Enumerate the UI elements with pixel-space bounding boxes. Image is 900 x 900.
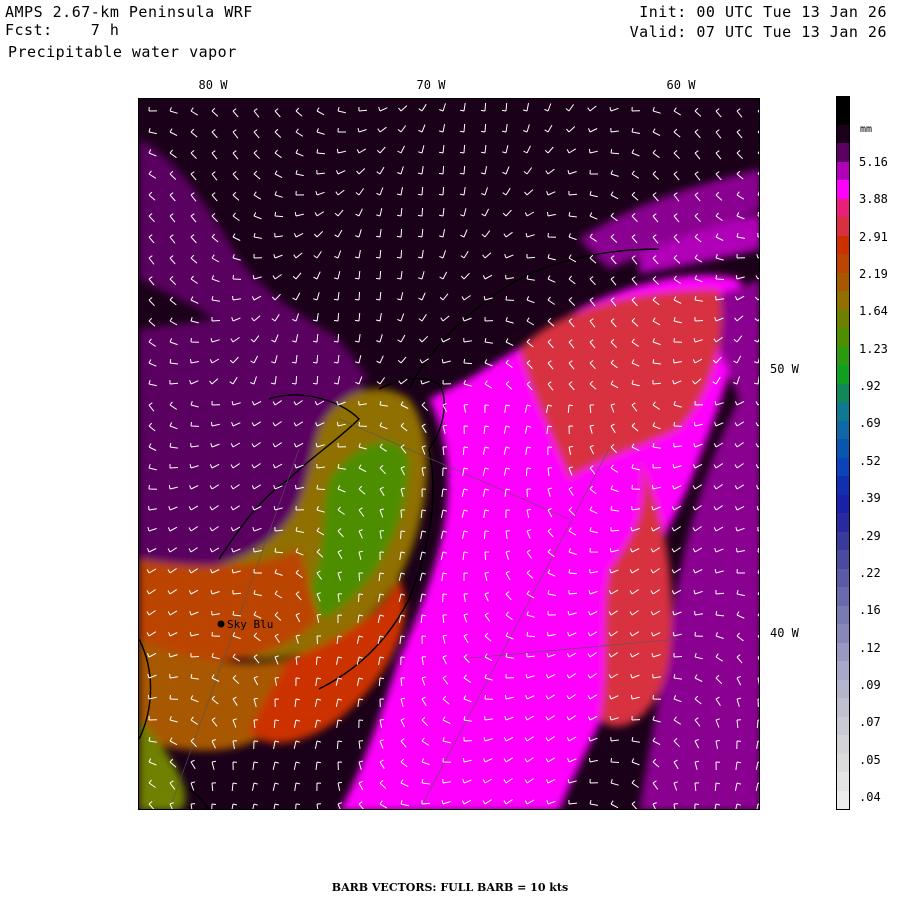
field-name: Precipitable water vapor <box>8 43 237 61</box>
colorbar-cell <box>837 272 849 292</box>
colorbar-cell <box>837 753 849 773</box>
colorbar-label: 5.16 <box>859 155 888 169</box>
colorbar-cell <box>837 365 849 385</box>
colorbar-cell <box>837 143 849 163</box>
wind-barb <box>757 211 759 217</box>
precipitable-water-map: Sky Blu <box>139 99 759 809</box>
colorbar-cell <box>837 217 849 237</box>
colorbar-cell <box>837 624 849 644</box>
colorbar-cell <box>837 568 849 588</box>
colorbar-label: .39 <box>859 491 881 506</box>
colorbar-top-cell <box>836 96 850 124</box>
colorbar-cell <box>837 180 849 200</box>
colorbar-label: 1.23 <box>859 341 888 356</box>
fcst-value: 7 h <box>90 21 120 39</box>
colorbar-label: .12 <box>859 640 881 655</box>
colorbar-cell <box>837 161 849 181</box>
valid-time: Valid: 07 UTC Tue 13 Jan 26 <box>629 23 887 41</box>
colorbar-cell <box>837 642 849 662</box>
colorbar-cell <box>837 476 849 496</box>
colorbar-cell <box>837 125 849 144</box>
colorbar-cell <box>837 383 849 403</box>
colorbar-cell <box>837 309 849 329</box>
colorbar-label: 1.64 <box>859 304 888 319</box>
colorbar-cell <box>837 420 849 440</box>
colorbar-cell <box>837 661 849 681</box>
colorbar-cell <box>837 772 849 791</box>
wind-barb <box>757 547 759 553</box>
colorbar-cell <box>837 698 849 718</box>
colorbar-cell <box>837 235 849 255</box>
station-label: Sky Blu <box>227 618 273 631</box>
colorbar-label: .92 <box>859 379 881 394</box>
colorbar-label: .52 <box>859 453 881 468</box>
colorbar-cell <box>837 494 849 514</box>
forecast-hour: Fcst: 7 h <box>5 22 119 39</box>
lat-label-50w: 50 W <box>770 362 799 376</box>
colorbar-cell <box>837 346 849 366</box>
fcst-label: Fcst: <box>5 21 53 39</box>
colorbar-cell <box>837 254 849 274</box>
colorbar-label: .69 <box>859 416 881 431</box>
colorbar-cell <box>837 605 849 625</box>
map-panel: Sky Blu <box>138 98 760 810</box>
colorbar-cell <box>837 439 849 459</box>
colorbar <box>836 124 850 810</box>
colorbar-label: .29 <box>859 528 881 543</box>
model-title: AMPS 2.67-km Peninsula WRF <box>5 3 253 21</box>
colorbar-label: .07 <box>859 715 881 730</box>
colorbar-cell <box>837 679 849 699</box>
colorbar-cell <box>837 328 849 348</box>
colorbar-cell <box>837 716 849 736</box>
init-time: Init: 00 UTC Tue 13 Jan 26 <box>639 3 887 21</box>
colorbar-label: 2.19 <box>859 267 888 282</box>
lat-label-40w: 40 W <box>770 626 799 640</box>
colorbar-cell <box>837 550 849 570</box>
colorbar-label: 3.88 <box>859 192 888 207</box>
colorbar-cell <box>837 790 849 810</box>
colorbar-label: .05 <box>859 752 881 767</box>
colorbar-label: .22 <box>859 565 881 580</box>
station-marker-sky-blu <box>217 620 225 628</box>
colorbar-cell <box>837 531 849 551</box>
barb-legend: BARB VECTORS: FULL BARB = 10 kts <box>331 881 569 894</box>
colorbar-cell <box>837 587 849 607</box>
lon-label-60w: 60 W <box>666 78 696 92</box>
colorbar-label: .04 <box>859 790 881 804</box>
lon-label-70w: 70 W <box>416 78 446 92</box>
colorbar-label: .09 <box>859 677 881 692</box>
colorbar-cell <box>837 402 849 422</box>
colorbar-cell <box>837 198 849 218</box>
lon-label-80w: 80 W <box>198 78 228 92</box>
colorbar-unit: mm <box>860 124 873 135</box>
colorbar-cell <box>837 457 849 477</box>
colorbar-cell <box>837 513 849 533</box>
colorbar-cell <box>837 735 849 755</box>
colorbar-label: .16 <box>859 603 881 618</box>
colorbar-label: 2.91 <box>859 229 888 244</box>
colorbar-cell <box>837 291 849 311</box>
wind-barb <box>757 698 759 708</box>
